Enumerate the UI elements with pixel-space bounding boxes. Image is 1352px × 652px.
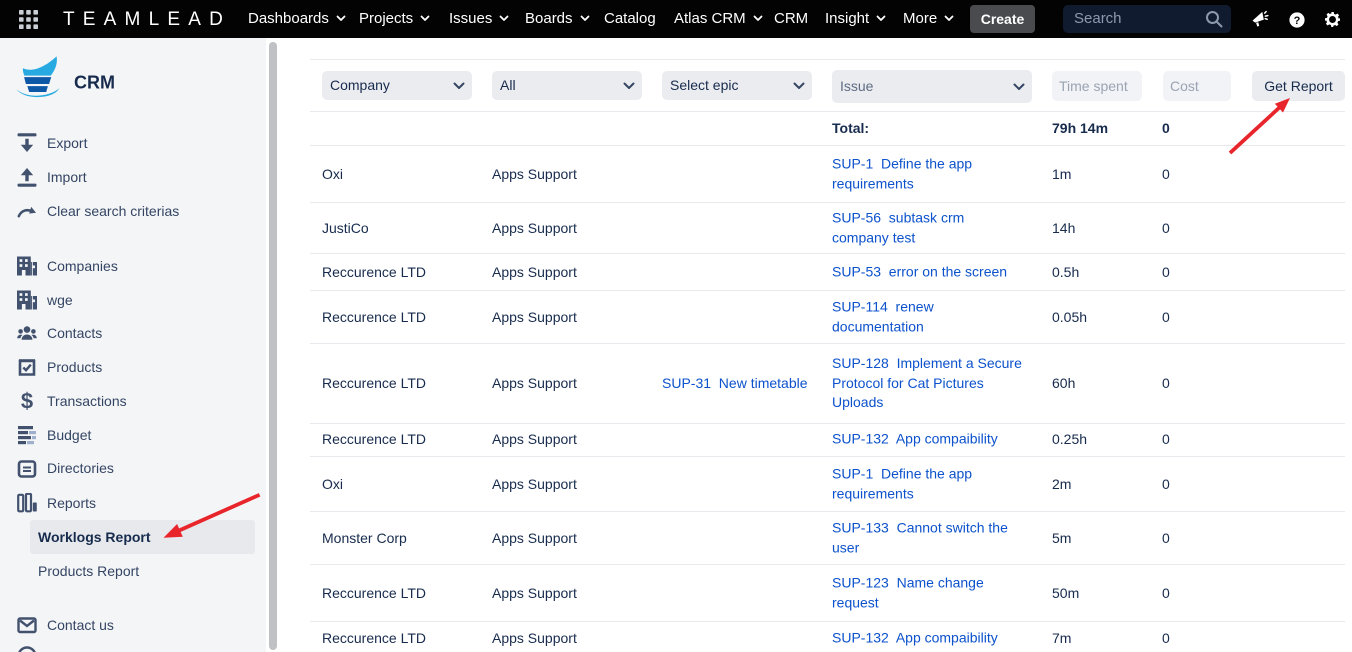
svg-text:?: ? [1294, 15, 1301, 27]
svg-text:$: $ [21, 391, 33, 411]
